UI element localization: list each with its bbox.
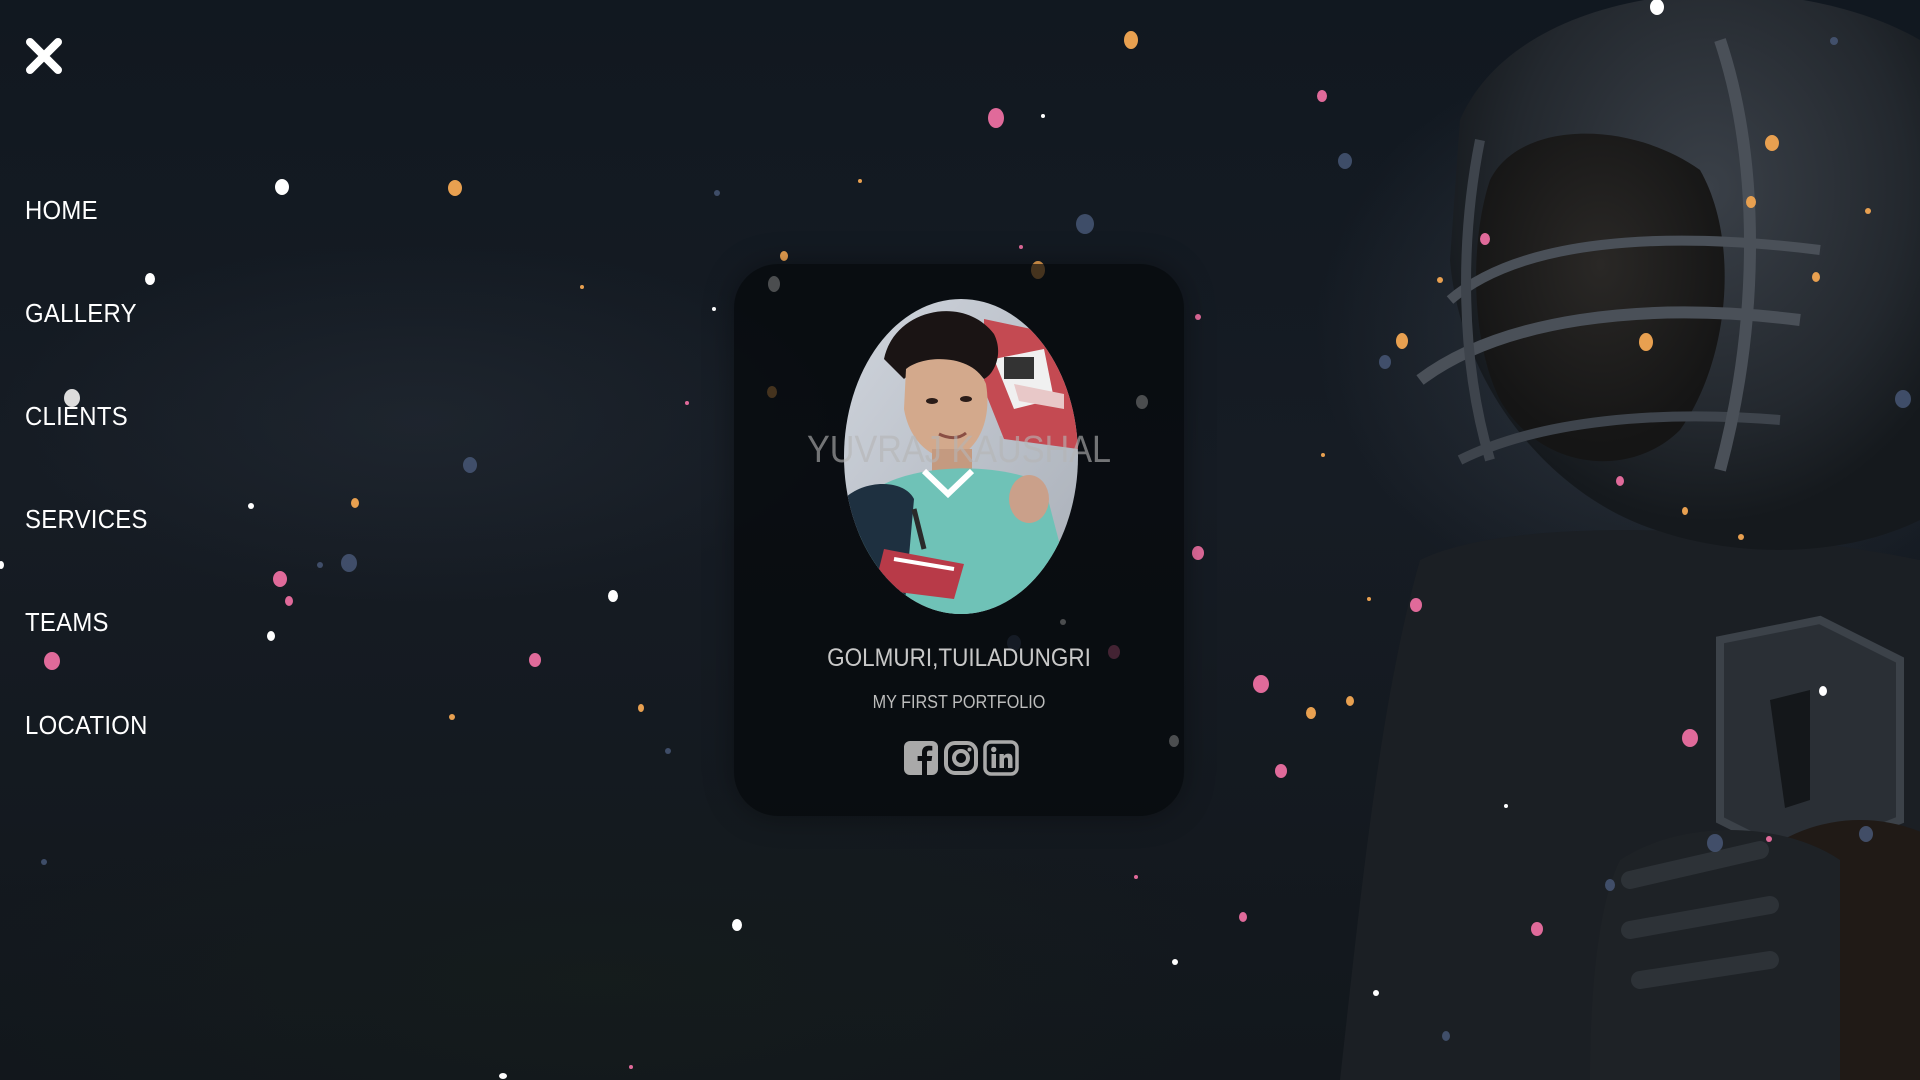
profile-name: YUVRAJ KAUSHAL [806,429,1112,471]
nav-item-teams[interactable]: TEAMS [25,607,148,710]
football-player-background-image [1340,0,1920,1080]
close-menu-button[interactable] [24,36,64,76]
facebook-icon [904,741,938,775]
linkedin-icon [983,740,1019,776]
close-icon [26,38,62,74]
instagram-icon [944,741,978,775]
side-navigation: HOME GALLERY CLIENTS SERVICES TEAMS LOCA… [25,195,158,813]
nav-item-gallery[interactable]: GALLERY [25,298,148,401]
nav-item-home[interactable]: HOME [25,195,148,298]
page-background: HOME GALLERY CLIENTS SERVICES TEAMS LOCA… [0,0,1920,1080]
profile-card: YUVRAJ KAUSHAL GOLMURI,TUILADUNGRI MY FI… [734,264,1184,816]
nav-item-clients[interactable]: CLIENTS [25,401,148,504]
social-links [903,740,1019,776]
facebook-link[interactable] [903,740,939,776]
instagram-link[interactable] [943,740,979,776]
linkedin-link[interactable] [983,740,1019,776]
nav-item-services[interactable]: SERVICES [25,504,148,607]
nav-item-location[interactable]: LOCATION [25,710,148,813]
profile-location: GOLMURI,TUILADUNGRI [827,644,1091,672]
profile-tagline: MY FIRST PORTFOLIO [872,692,1046,712]
